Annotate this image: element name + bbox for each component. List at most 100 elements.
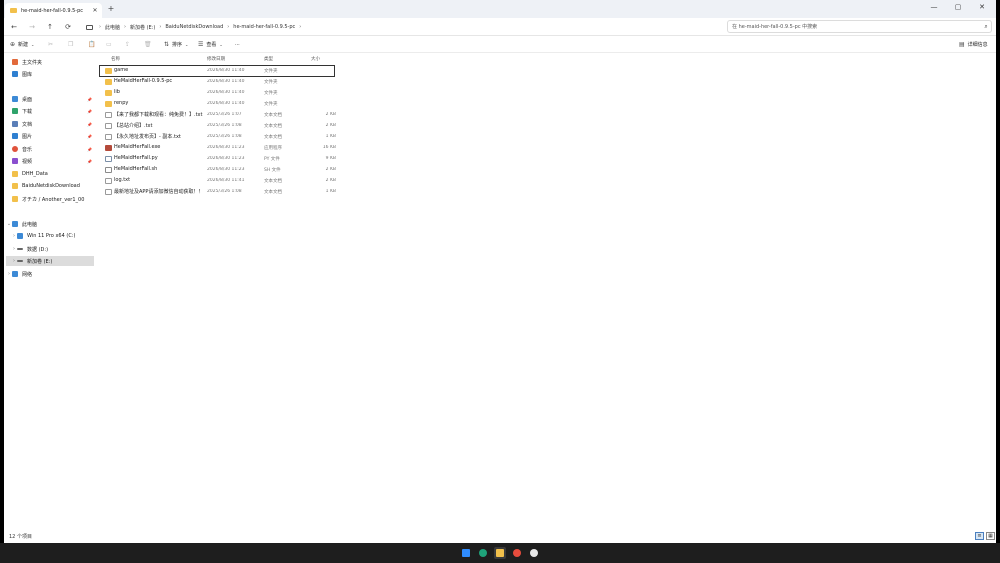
tab-strip: he-maid-her-fall-0.9.5-pc ✕ + — ▢ ✕ xyxy=(4,0,996,18)
file-row[interactable]: game 2026/8/30 11:40 文件夹 xyxy=(99,65,335,77)
breadcrumb-download-folder[interactable]: BaiduNetdiskDownload xyxy=(165,24,223,30)
file-date: 2026/8/30 11:40 xyxy=(207,90,245,95)
file-type: 文件夹 xyxy=(264,91,278,96)
file-row[interactable]: lib 2026/8/30 11:40 文件夹 xyxy=(100,88,340,98)
sidebar-item-drive-e[interactable]: › 新加卷 (E:) xyxy=(6,256,94,266)
pin-icon[interactable]: 📌 xyxy=(87,134,92,139)
file-row[interactable]: HeMaidHerFall.sh 2026/8/30 11:23 SH 文件 2 KB xyxy=(100,165,340,175)
new-button[interactable]: ⊕ 新建 ⌄ xyxy=(10,40,37,49)
file-row[interactable]: 【总站介绍】.txt 2025/3/26 1:08 文本文档 2 KB xyxy=(100,121,340,131)
breadcrumb-current-folder[interactable]: he-maid-her-fall-0.9.5-pc xyxy=(233,24,295,30)
sidebar-item-music[interactable]: 音乐 📌 xyxy=(6,144,94,154)
file-explorer-icon[interactable] xyxy=(494,547,506,559)
up-button[interactable]: ↑ xyxy=(44,21,56,33)
sidebar-item-downloads[interactable]: 下载 📌 xyxy=(6,106,94,116)
file-row[interactable]: 最新地址及APP请添加微信自动获取！！.txt 2025/3/26 1:08 文本文… xyxy=(100,187,340,197)
tiles-view-icon[interactable]: ▦ xyxy=(986,532,995,540)
breadcrumb-chevron[interactable]: › xyxy=(299,24,301,30)
sidebar-item-drive-d[interactable]: › 数据 (D:) xyxy=(6,244,94,254)
refresh-button[interactable]: ⟳ xyxy=(62,21,74,33)
breadcrumb-chevron[interactable]: › xyxy=(159,24,161,30)
file-row[interactable]: HeMaidHerFall.exe 2026/8/30 11:23 应用程序 16 K… xyxy=(100,143,340,153)
cut-button[interactable]: ✂ xyxy=(48,40,56,49)
pin-icon[interactable]: 📌 xyxy=(87,97,92,102)
breadcrumb-drive[interactable]: 新加卷 (E:) xyxy=(130,24,155,31)
chrome-icon[interactable] xyxy=(511,547,523,559)
sidebar-item-label: 下载 xyxy=(22,108,33,115)
back-button[interactable]: ← xyxy=(8,21,20,33)
app-icon[interactable] xyxy=(528,547,540,559)
file-name: 【来了我都下载和观看：纯免费！】.txt xyxy=(114,112,203,118)
edge-icon[interactable] xyxy=(477,547,489,559)
sidebar-item-dhh-data[interactable]: DHH_Data xyxy=(6,169,94,179)
folder-icon xyxy=(105,101,112,107)
file-type: 文本文档 xyxy=(264,190,282,195)
sidebar-item-documents[interactable]: 文档 📌 xyxy=(6,119,94,129)
breadcrumb-chevron[interactable]: › xyxy=(99,24,101,30)
close-window-button[interactable]: ✕ xyxy=(970,0,994,14)
breadcrumb-chevron[interactable]: › xyxy=(124,24,126,30)
pc-icon xyxy=(12,221,18,227)
sort-button[interactable]: ⇅ 排序 ⌄ xyxy=(164,40,191,49)
sidebar-item-label: 数据 (D:) xyxy=(27,246,49,253)
tab-close-icon[interactable]: ✕ xyxy=(91,7,99,14)
details-label: 详细信息 xyxy=(967,42,988,48)
taskbar xyxy=(0,543,1000,563)
file-row[interactable]: 【来了我都下载和观看：纯免费！】.txt 2025/3/26 1:07 文本文档 2 … xyxy=(100,110,340,120)
pin-icon[interactable]: 📌 xyxy=(87,109,92,114)
file-row[interactable]: 【永久地址发布页】- 副本.txt 2025/3/26 1:08 文本文档 1 KB xyxy=(100,132,340,142)
paste-button[interactable]: 📋 xyxy=(88,40,98,49)
pin-icon[interactable]: 📌 xyxy=(87,122,92,127)
rename-button[interactable]: ▭ xyxy=(106,40,115,49)
sidebar-item-this-pc[interactable]: ⌄ 此电脑 xyxy=(6,219,94,229)
file-date: 2025/3/26 1:08 xyxy=(207,123,242,128)
sidebar-item-label: 此电脑 xyxy=(22,221,38,228)
share-button[interactable]: ⇪ xyxy=(125,40,133,49)
sidebar-item-gallery[interactable]: 图库 xyxy=(6,69,94,79)
sidebar-item-baidu-download[interactable]: BaiduNetdiskDownload xyxy=(6,181,94,191)
search-input[interactable]: 在 he-maid-her-fall-0.9.5-pc 中搜索 ⌕ xyxy=(727,20,992,33)
network-icon xyxy=(12,271,18,277)
file-row[interactable]: HeMaidHerFall-0.9.5-pc 2026/8/30 11:40 文件夹 xyxy=(100,77,340,87)
videos-icon xyxy=(12,158,18,164)
file-size: 9 KB xyxy=(325,156,336,161)
file-row[interactable]: HeMaidHerFall.py 2026/8/30 11:23 PY 文件 9 KB xyxy=(100,154,340,164)
tab-current-folder[interactable]: he-maid-her-fall-0.9.5-pc ✕ xyxy=(5,3,102,18)
details-view-icon[interactable]: ≡ xyxy=(975,532,984,540)
forward-button[interactable]: → xyxy=(26,21,38,33)
pin-icon[interactable]: 📌 xyxy=(87,147,92,152)
view-button[interactable]: ☰ 查看 ⌄ xyxy=(198,40,226,49)
copy-button[interactable]: ❐ xyxy=(68,40,76,49)
breadcrumb[interactable]: › 此电脑 › 新加卷 (E:) › BaiduNetdiskDownload … xyxy=(82,20,722,34)
pin-icon[interactable]: 📌 xyxy=(87,159,92,164)
minimize-button[interactable]: — xyxy=(922,0,946,14)
column-header-name[interactable]: 名称 xyxy=(111,56,120,62)
column-header-size[interactable]: 大小 xyxy=(311,56,320,62)
column-header-type[interactable]: 类型 xyxy=(264,56,273,62)
breadcrumb-chevron[interactable]: › xyxy=(227,24,229,30)
sidebar-item-home[interactable]: 主文件夹 xyxy=(6,57,94,67)
more-options-button[interactable]: ··· xyxy=(235,40,240,49)
file-row[interactable]: renpy 2026/8/30 11:40 文件夹 xyxy=(100,99,340,109)
delete-button[interactable]: 🗑 xyxy=(144,40,155,49)
sidebar-item-videos[interactable]: 视频 📌 xyxy=(6,156,94,166)
sidebar-item-network[interactable]: › 网络 xyxy=(6,269,94,279)
sidebar-item-another[interactable]: オチカ / Another_ver1_00 xyxy=(6,194,94,204)
sidebar-item-drive-c[interactable]: › Win 11 Pro x64 (C:) xyxy=(6,231,94,241)
breadcrumb-this-pc[interactable]: 此电脑 xyxy=(105,24,120,31)
music-icon xyxy=(12,146,18,152)
file-row[interactable]: log.txt 2026/8/30 11:41 文本文档 2 KB xyxy=(100,176,340,186)
sidebar-item-label: Win 11 Pro x64 (C:) xyxy=(27,233,76,239)
new-tab-button[interactable]: + xyxy=(106,4,116,14)
file-size: 2 KB xyxy=(325,167,336,172)
sidebar-item-desktop[interactable]: 桌面 📌 xyxy=(6,94,94,104)
gallery-icon xyxy=(12,71,18,77)
column-header-date[interactable]: 修改日期 xyxy=(207,56,225,62)
details-pane-button[interactable]: ▤ 详细信息 xyxy=(959,40,988,49)
maximize-button[interactable]: ▢ xyxy=(946,0,970,14)
sidebar-item-pictures[interactable]: 图片 📌 xyxy=(6,131,94,141)
file-type: 文件夹 xyxy=(264,80,278,85)
start-icon[interactable] xyxy=(460,547,472,559)
folder-icon xyxy=(12,183,18,189)
desktop-icon xyxy=(12,96,18,102)
